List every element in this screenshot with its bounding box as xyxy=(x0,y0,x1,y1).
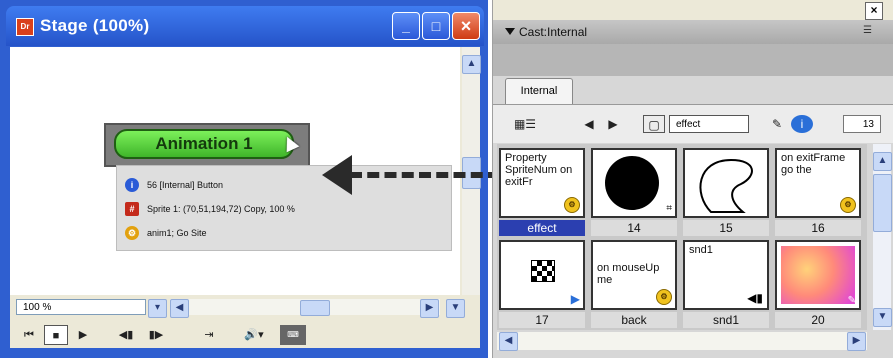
pointer-arrow-shaft xyxy=(350,172,500,178)
zoom-select[interactable]: 100 % xyxy=(16,299,146,315)
bitmap-type-icon: ⌗ xyxy=(666,203,672,214)
behavior-icon: ⚙ xyxy=(125,226,139,240)
loop-icon[interactable]: ⇥ xyxy=(194,325,224,345)
cast-member-thumb[interactable] xyxy=(683,148,769,218)
collapse-triangle-icon[interactable] xyxy=(505,28,515,35)
play-icon[interactable]: ▶ xyxy=(72,325,94,345)
script-badge-icon: ⚙ xyxy=(656,289,672,305)
button-member-icon xyxy=(531,260,555,282)
tab-internal[interactable]: Internal xyxy=(505,78,573,105)
script-preview: on mouseUp me xyxy=(597,262,660,286)
cast-member-label[interactable]: 15 xyxy=(683,220,769,236)
stage-title: Stage (100%) xyxy=(40,16,150,35)
stage-body: Animation 1 + i 56 [Internal] Button # S… xyxy=(10,47,481,348)
stage-title-bar[interactable]: Dr Stage (100%) _ □ × xyxy=(6,6,484,46)
script-preview: Property SpriteNum on exitFr xyxy=(505,152,573,188)
bitmap-type-icon: ✎ xyxy=(847,295,856,306)
cast-horizontal-scrollbar[interactable]: ◀ ▶ xyxy=(497,332,867,351)
circle-bitmap-icon xyxy=(605,156,659,210)
scroll-left-icon[interactable]: ◀ xyxy=(170,299,189,318)
button-type-icon: ▶ xyxy=(570,292,580,306)
volume-icon[interactable]: 🔊▾ xyxy=(236,325,272,345)
step-forward-icon[interactable]: ▮▶ xyxy=(144,325,168,345)
close-icon[interactable]: × xyxy=(865,2,883,20)
keyboard-icon[interactable]: ⌨ xyxy=(280,325,306,345)
drag-member-icon[interactable]: ▢ xyxy=(643,115,665,133)
vector-shape-icon xyxy=(699,158,753,213)
animation-sprite-button[interactable]: Animation 1 xyxy=(114,129,294,159)
script-badge-icon: ⚙ xyxy=(840,197,856,213)
next-member-icon[interactable]: ▶ xyxy=(603,115,623,133)
gradient-bitmap-icon xyxy=(781,246,855,304)
script-icon[interactable]: ✎ xyxy=(767,115,787,133)
scroll-up-icon[interactable]: ▲ xyxy=(873,152,892,171)
script-preview: on exitFrame go the xyxy=(781,152,846,176)
cast-member-thumb[interactable]: ▶ xyxy=(499,240,585,310)
sprite-icon: # xyxy=(125,202,139,216)
script-badge-icon: ⚙ xyxy=(564,197,580,213)
previous-member-icon[interactable]: ◀ xyxy=(579,115,599,133)
cast-member-label[interactable]: effect xyxy=(499,220,585,236)
cast-member-label[interactable]: back xyxy=(591,312,677,328)
info-row-sprite: # Sprite 1: (70,51,194,72) Copy, 100 % xyxy=(125,200,295,218)
scroll-down-icon[interactable]: ▼ xyxy=(873,308,892,327)
stage-vertical-scrollbar[interactable]: ▲ xyxy=(462,47,481,295)
zoom-dropdown-chevron-icon[interactable]: ▾ xyxy=(148,299,167,318)
step-backward-icon[interactable]: ◀▮ xyxy=(114,325,138,345)
minimize-button[interactable]: _ xyxy=(392,12,420,40)
cast-member-label[interactable]: 20 xyxy=(775,312,861,328)
cast-member-label[interactable]: 16 xyxy=(775,220,861,236)
cast-member-thumb[interactable]: on mouseUp me ⚙ xyxy=(591,240,677,310)
cast-panel-header[interactable]: Cast:Internal ☰ xyxy=(493,20,893,44)
playback-controls: ⏮ ■ ▶ ◀▮ ▮▶ ⇥ 🔊▾ ⌨ xyxy=(10,323,480,347)
info-row-member: i 56 [Internal] Button xyxy=(125,176,223,194)
scroll-down-icon[interactable]: ▼ xyxy=(446,299,465,318)
pointer-arrow-head-icon xyxy=(322,155,352,195)
stage-horizontal-scrollbar[interactable]: ◀ ▶ xyxy=(170,299,440,318)
scroll-left-icon[interactable]: ◀ xyxy=(499,332,518,351)
cast-vertical-scrollbar[interactable]: ▲ ▼ xyxy=(873,144,892,330)
cast-tab-bar xyxy=(493,44,893,76)
stage-window: Dr Stage (100%) _ □ × Animation 1 + i 56… xyxy=(0,0,488,358)
stage-zoom-row: 100 % ▾ ◀ ▶ ▼ xyxy=(10,297,480,319)
rewind-icon[interactable]: ⏮ xyxy=(18,325,40,345)
close-button[interactable]: × xyxy=(452,12,480,40)
sound-preview: snd1 xyxy=(689,244,713,256)
scroll-thumb[interactable] xyxy=(873,174,892,232)
cast-member-grid: Property SpriteNum on exitFr ⚙ effect ⌗ … xyxy=(497,144,867,330)
cast-member-thumb[interactable]: Property SpriteNum on exitFr ⚙ xyxy=(499,148,585,218)
cast-member-label[interactable]: 14 xyxy=(591,220,677,236)
info-row-behavior: ⚙ anim1; Go Site xyxy=(125,224,207,242)
cast-member-thumb[interactable]: snd1 ◀▮ xyxy=(683,240,769,310)
cast-member-label[interactable]: snd1 xyxy=(683,312,769,328)
stop-icon[interactable]: ■ xyxy=(44,325,68,345)
cast-member-thumb[interactable]: on exitFrame go the ⚙ xyxy=(775,148,861,218)
panel-options-icon[interactable]: ☰ xyxy=(863,25,872,36)
cast-window: × Cast:Internal ☰ Internal ▦☰ ◀ ▶ ▢ effe… xyxy=(492,0,893,358)
info-row-text: Sprite 1: (70,51,194,72) Copy, 100 % xyxy=(147,204,295,214)
scroll-right-icon[interactable]: ▶ xyxy=(420,299,439,318)
member-number-field[interactable]: 13 xyxy=(843,115,881,133)
member-info-icon[interactable]: i xyxy=(791,115,813,133)
director-icon: Dr xyxy=(16,18,34,36)
info-row-text: 56 [Internal] Button xyxy=(147,180,224,190)
cast-member-thumb[interactable]: ⌗ xyxy=(591,148,677,218)
cast-toolbar: ▦☰ ◀ ▶ ▢ effect ✎ i 13 xyxy=(493,104,893,143)
cast-panel-title: Cast:Internal xyxy=(519,25,588,39)
cast-top-bar: × xyxy=(493,0,893,20)
stage-canvas[interactable]: Animation 1 + i 56 [Internal] Button # S… xyxy=(10,47,460,295)
scroll-up-icon[interactable]: ▲ xyxy=(462,55,481,74)
info-icon: i xyxy=(125,178,139,192)
maximize-button[interactable]: □ xyxy=(422,12,450,40)
scroll-right-icon[interactable]: ▶ xyxy=(847,332,866,351)
scroll-thumb[interactable] xyxy=(300,300,330,316)
info-row-text: anim1; Go Site xyxy=(147,228,207,238)
view-style-icon[interactable]: ▦☰ xyxy=(507,115,543,133)
sound-icon: ◀▮ xyxy=(747,291,763,305)
member-name-field[interactable]: effect xyxy=(669,115,749,133)
cast-member-label[interactable]: 17 xyxy=(499,312,585,328)
cast-member-thumb[interactable]: ✎ xyxy=(775,240,861,310)
